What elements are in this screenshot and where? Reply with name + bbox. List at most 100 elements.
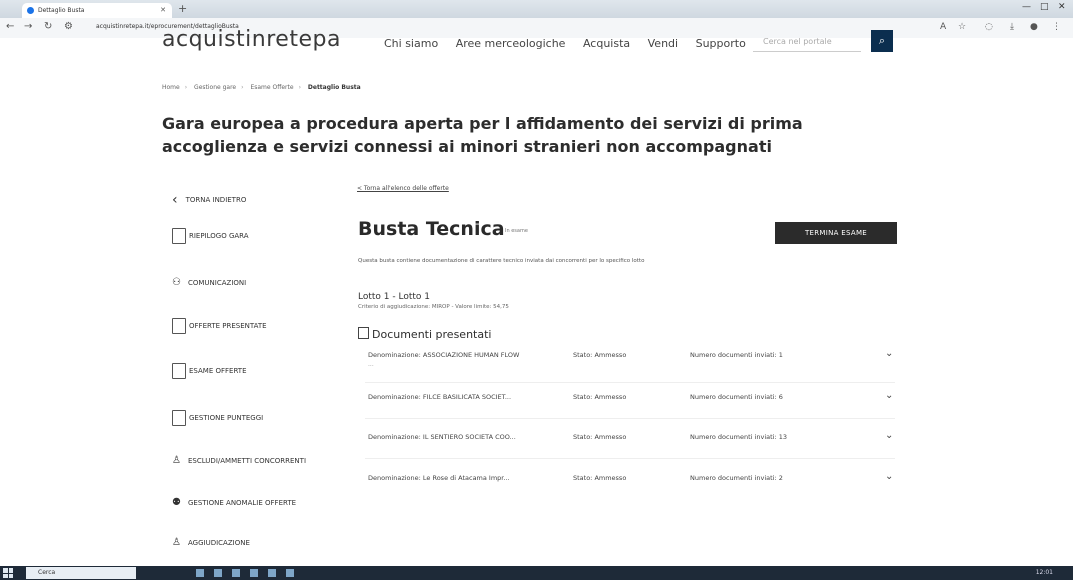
- close-tab-icon[interactable]: ✕: [160, 6, 166, 14]
- browser-tabstrip: Dettaglio Busta ✕ + — □ ✕: [0, 0, 1073, 18]
- sidebar-item-gestione-punteggi[interactable]: GESTIONE PUNTEGGI: [172, 410, 263, 426]
- row-divider: [365, 382, 895, 383]
- row-numero-documenti: Numero documenti inviati: 1: [690, 351, 783, 359]
- row-numero-documenti: Numero documenti inviati: 13: [690, 433, 787, 441]
- taskbar-app-icon[interactable]: [232, 569, 240, 577]
- taskbar-search-input[interactable]: Cerca: [26, 567, 136, 579]
- chevron-down-icon[interactable]: ⌄: [885, 471, 893, 482]
- busta-description: Questa busta contiene documentazione di …: [358, 258, 645, 264]
- taskbar-app-icon[interactable]: [196, 569, 204, 577]
- sidebar-item-label: COMUNICAZIONI: [188, 279, 247, 287]
- row-denominazione: Denominazione: FILCE BASILICATA SOCIET..…: [368, 393, 512, 401]
- sidebar-item-label: ESCLUDI/AMMETTI CONCORRENTI: [188, 457, 307, 465]
- row-numero-documenti: Numero documenti inviati: 6: [690, 393, 783, 401]
- row-divider: [365, 458, 895, 459]
- row-numero-documenti: Numero documenti inviati: 2: [690, 474, 783, 482]
- breadcrumb: Home › Gestione gare › Esame Offerte › Dett…: [162, 84, 361, 91]
- favicon-icon: [27, 7, 34, 14]
- termina-esame-button[interactable]: TERMINA ESAME: [775, 222, 897, 244]
- extensions-icon[interactable]: ◌: [985, 22, 993, 32]
- breadcrumb-current: Dettaglio Busta: [307, 84, 361, 91]
- sidebar-item-offerte-presentate[interactable]: OFFERTE PRESENTATE: [172, 318, 267, 334]
- nav-vendi[interactable]: Vendi: [648, 37, 678, 50]
- maximize-button[interactable]: □: [1040, 2, 1049, 12]
- chevron-down-icon[interactable]: ⌄: [885, 390, 893, 401]
- taskbar-app-icon[interactable]: [214, 569, 222, 577]
- row-denominazione: Denominazione: ASSOCIAZIONE HUMAN FLOW: [368, 351, 520, 359]
- lotto-criterio: Criterio di aggiudicazione: MIROP - Valo…: [358, 304, 509, 310]
- sidebar-item-label: GESTIONE PUNTEGGI: [189, 414, 264, 422]
- chevron-down-icon[interactable]: ⌄: [885, 348, 893, 359]
- close-window-button[interactable]: ✕: [1058, 2, 1066, 12]
- minimize-button[interactable]: —: [1022, 2, 1031, 12]
- nav-supporto[interactable]: Supporto: [696, 37, 746, 50]
- torna-indietro-button[interactable]: ‹ TORNA INDIETRO: [172, 192, 246, 208]
- download-icon[interactable]: ⤓: [1010, 22, 1014, 32]
- row-denominazione: Denominazione: IL SENTIERO SOCIETA COO..…: [368, 433, 516, 441]
- os-taskbar: Cerca 12:01: [0, 566, 1073, 580]
- sidebar-item-gestione-anomalie[interactable]: ⚉ GESTIONE ANOMALIE OFFERTE: [172, 498, 296, 508]
- menu-kebab-icon[interactable]: ⋮: [1052, 22, 1061, 32]
- site-info-icon[interactable]: ⚙: [64, 21, 73, 32]
- sidebar-item-comunicazioni[interactable]: ⚇ COMUNICAZIONI: [172, 278, 246, 288]
- sidebar-item-escludi-ammetti[interactable]: ♙ ESCLUDI/AMMETTI CONCORRENTI: [172, 456, 306, 466]
- new-tab-button[interactable]: +: [178, 2, 187, 15]
- breadcrumb-gestione-gare[interactable]: Gestione gare: [194, 84, 236, 91]
- reload-icon[interactable]: ↻: [44, 21, 52, 32]
- sidebar-item-aggiudicazione[interactable]: ♙ AGGIUDICAZIONE: [172, 538, 250, 548]
- site-logo[interactable]: acquistinretepa: [162, 27, 341, 52]
- sidebar-item-esame-offerte[interactable]: ESAME OFFERTE: [172, 363, 247, 379]
- busta-title: Busta Tecnica: [358, 218, 505, 240]
- browser-tab[interactable]: Dettaglio Busta ✕: [22, 3, 172, 18]
- breadcrumb-home[interactable]: Home: [162, 84, 180, 91]
- profile-icon[interactable]: ●: [1030, 22, 1038, 32]
- row-stato: Stato: Ammesso: [573, 351, 627, 359]
- lotto-title: Lotto 1 - Lotto 1: [358, 292, 430, 302]
- documents-heading: Documenti presentati: [358, 327, 491, 341]
- nav-acquista[interactable]: Acquista: [583, 37, 630, 50]
- document-row[interactable]: Denominazione: IL SENTIERO SOCIETA COO..…: [368, 430, 898, 451]
- translate-icon[interactable]: A: [940, 22, 946, 32]
- site-search-input[interactable]: Cerca nel portale: [753, 34, 861, 52]
- address-bar-row: ← → ↻ ⚙ acquistinretepa.it/eprocurement/…: [0, 18, 1073, 38]
- forward-arrow-icon[interactable]: →: [24, 21, 32, 32]
- nav-aree-merceologiche[interactable]: Aree merceologiche: [456, 37, 566, 50]
- taskbar-app-icon[interactable]: [268, 569, 276, 577]
- sidebar-item-label: GESTIONE ANOMALIE OFFERTE: [188, 499, 297, 507]
- users-warning-icon: ⚉: [172, 497, 181, 508]
- back-arrow-icon[interactable]: ←: [6, 21, 14, 32]
- search-button[interactable]: ⌕: [871, 30, 893, 52]
- user-icon: ♙: [172, 455, 181, 466]
- nav-chi-siamo[interactable]: Chi siamo: [384, 37, 438, 50]
- bookmark-star-icon[interactable]: ☆: [958, 22, 966, 32]
- sidebar-item-riepilogo-gara[interactable]: RIEPILOGO GARA: [172, 228, 249, 244]
- document-icon: [358, 327, 369, 339]
- windows-start-icon[interactable]: [3, 568, 13, 578]
- document-row[interactable]: Denominazione: FILCE BASILICATA SOCIET..…: [368, 390, 898, 411]
- row-stato: Stato: Ammesso: [573, 474, 627, 482]
- taskbar-clock[interactable]: 12:01: [1036, 569, 1053, 576]
- search-icon: ⌕: [878, 34, 886, 47]
- row-stato: Stato: Ammesso: [573, 433, 627, 441]
- document-icon: [172, 318, 186, 334]
- breadcrumb-esame-offerte[interactable]: Esame Offerte: [250, 84, 293, 91]
- tab-title: Dettaglio Busta: [38, 7, 85, 14]
- sidebar-item-label: ESAME OFFERTE: [189, 367, 247, 375]
- calendar-icon: [172, 228, 186, 244]
- document-row[interactable]: Denominazione: Le Rose di Atacama Impr..…: [368, 471, 898, 492]
- taskbar-app-icon[interactable]: [286, 569, 294, 577]
- sidebar-item-label: RIEPILOGO GARA: [189, 232, 249, 240]
- chevron-down-icon[interactable]: ⌄: [885, 430, 893, 441]
- sidebar-item-label: OFFERTE PRESENTATE: [189, 322, 267, 330]
- sidebar-item-label: AGGIUDICAZIONE: [188, 539, 250, 547]
- document-row[interactable]: Denominazione: ASSOCIAZIONE HUMAN FLOW .…: [368, 348, 898, 369]
- file-check-icon: [172, 363, 186, 379]
- main-nav: Chi siamo Aree merceologiche Acquista Ve…: [384, 37, 760, 50]
- people-icon: ⚇: [172, 277, 181, 288]
- chevron-left-icon: ‹: [172, 192, 178, 208]
- row-divider: [365, 418, 895, 419]
- calculator-icon: [172, 410, 186, 426]
- taskbar-app-icon[interactable]: [250, 569, 258, 577]
- back-to-offers-link[interactable]: < Torna all'elenco delle offerte: [357, 185, 449, 192]
- page-title: Gara europea a procedura aperta per l af…: [162, 114, 803, 156]
